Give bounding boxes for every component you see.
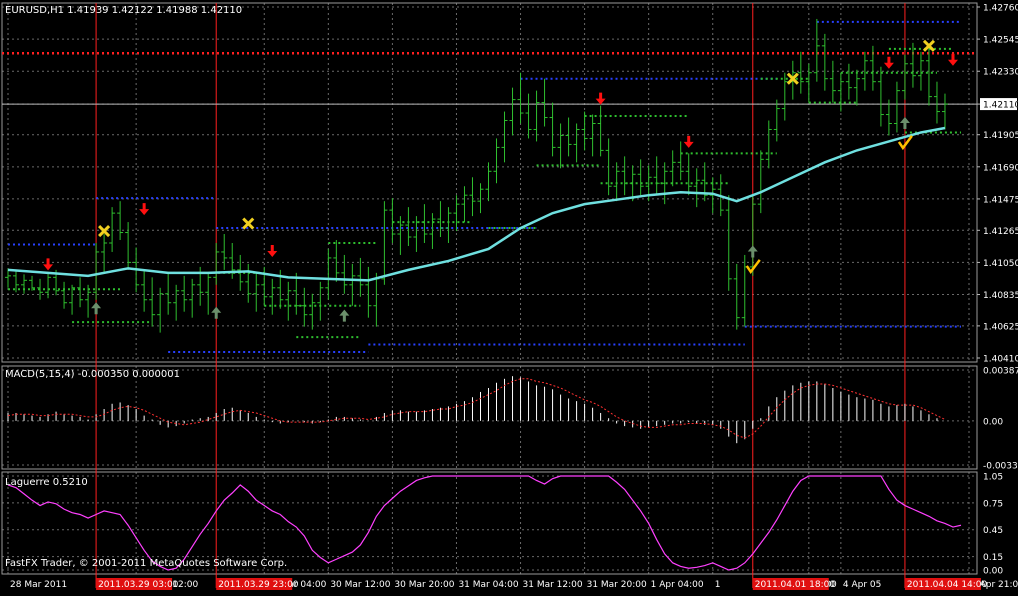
time-axis-label: 31 Mar 20:00 — [587, 580, 647, 590]
time-axis-label: 30 Mar 12:00 — [330, 580, 390, 590]
current-price-label: 1.42110 — [983, 101, 1018, 111]
time-axis-label: 1 Apr 04:00 — [651, 580, 704, 590]
time-axis-label: 30 Mar 20:00 — [394, 580, 454, 590]
time-axis-label: 31 Mar 12:00 — [523, 580, 583, 590]
copyright-text: FastFX Trader, © 2001-2011 MetaQuotes So… — [5, 558, 287, 569]
chart-canvas[interactable]: 1.42760 1.42545 1.42330 1.42110 1.41905 1.416… — [0, 0, 1018, 592]
price-axis-label: 1.42545 — [983, 36, 1018, 46]
laguerre-axis-label: 1.05 — [983, 473, 1003, 483]
time-marker-label: 2011.04.01 18:00 — [755, 580, 836, 590]
price-panel-title: EURUSD,H1 1.41939 1.42122 1.41988 1.4211… — [5, 5, 242, 16]
time-marker-label: 2011.04.04 14:00 — [907, 580, 988, 590]
time-marker-label: 2011.03.29 23:00 — [218, 580, 299, 590]
laguerre-axis-label: 0.75 — [983, 499, 1003, 509]
time-axis-label: 28 Mar 2011 — [10, 580, 67, 590]
laguerre-axis-label: 0.00 — [983, 567, 1003, 577]
price-axis-label: 1.42760 — [983, 4, 1018, 14]
price-axis-label: 1.41475 — [983, 195, 1018, 205]
price-axis-label: 1.40410 — [983, 355, 1018, 365]
macd-panel-title: MACD(5,15,4) -0.000350 0.000001 — [5, 369, 180, 380]
laguerre-axis-label: 0.15 — [983, 553, 1003, 563]
price-axis-label: 1.41905 — [983, 131, 1018, 141]
macd-axis-label: 0.00 — [983, 417, 1003, 427]
time-axis-label: 4 Apr 05 — [843, 580, 881, 590]
price-axis-label: 1.41050 — [983, 259, 1018, 269]
price-axis-label: 1.40625 — [983, 322, 1018, 332]
macd-axis-label: 0.00387 — [983, 367, 1018, 377]
price-axis-label: 1.41265 — [983, 227, 1018, 237]
price-axis-label: 1.40835 — [983, 291, 1018, 301]
price-axis-label: 1.42330 — [983, 68, 1018, 78]
laguerre-axis-label: 0.45 — [983, 526, 1003, 536]
price-axis-label: 1.41690 — [983, 163, 1018, 173]
time-axis-label: 31 Mar 04:00 — [458, 580, 518, 590]
time-marker-label: 2011.03.29 03:00 — [98, 580, 179, 590]
trading-chart[interactable]: 1.42760 1.42545 1.42330 1.42110 1.41905 1.416… — [0, 0, 1018, 592]
time-axis-label: 1 — [715, 580, 721, 590]
laguerre-panel-title: Laguerre 0.5210 — [5, 477, 88, 488]
macd-axis-label: -0.00336 — [983, 462, 1018, 472]
